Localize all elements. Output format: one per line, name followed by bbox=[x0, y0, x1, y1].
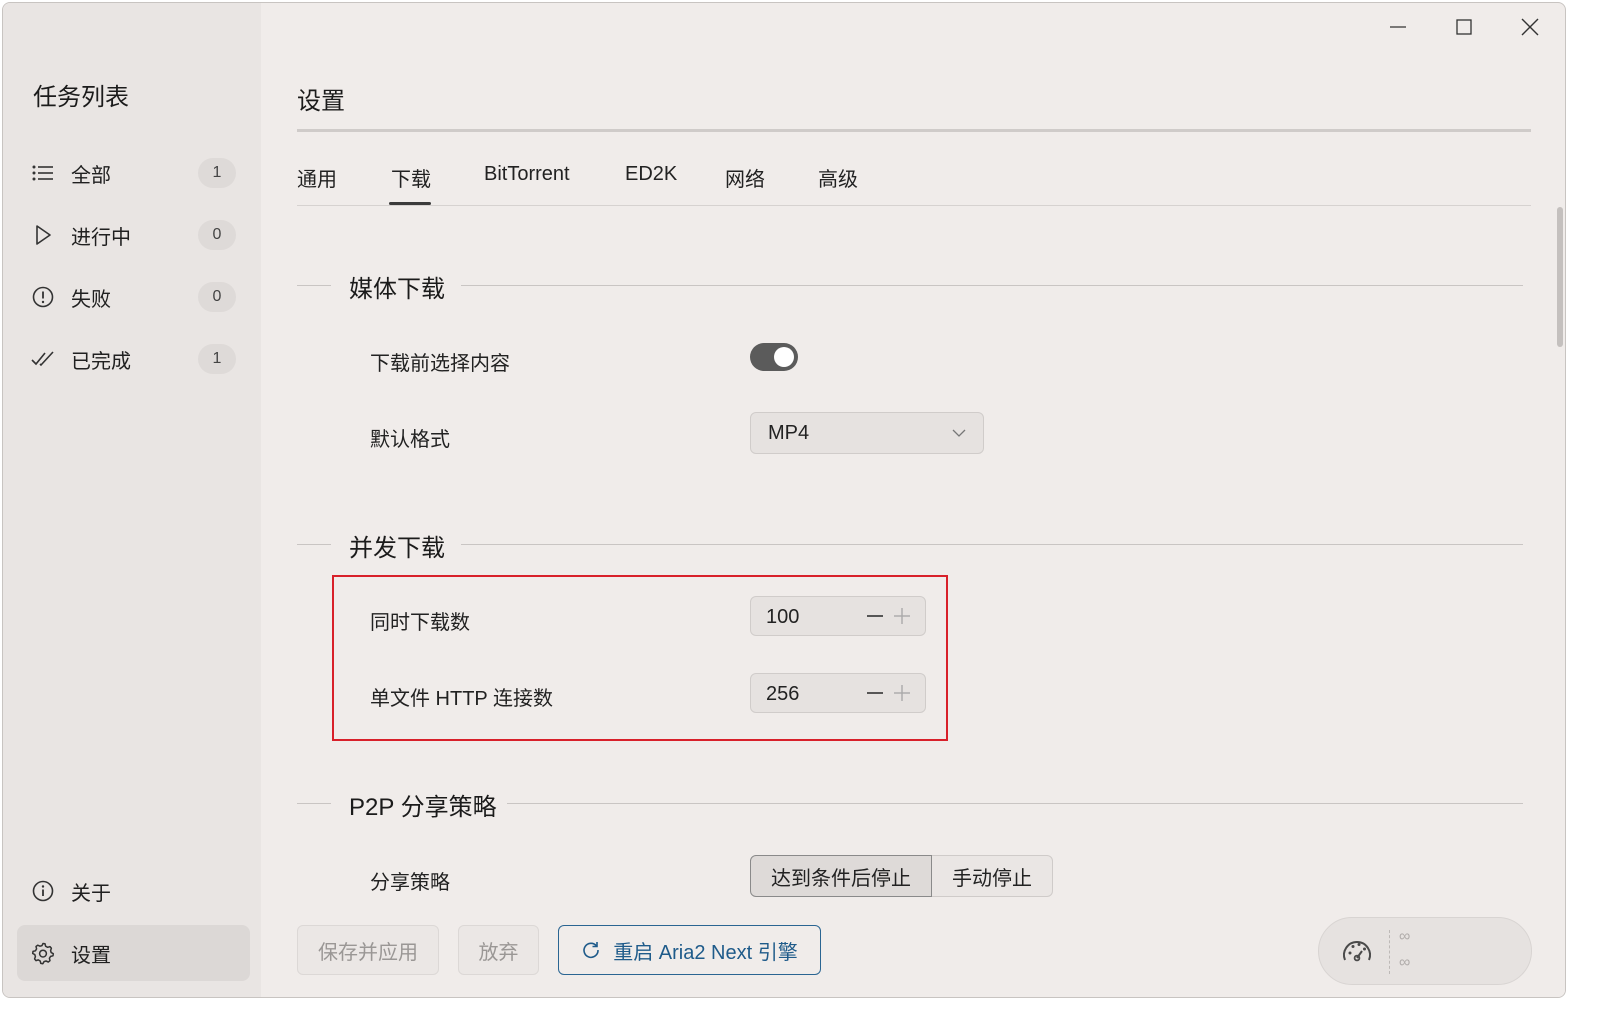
save-apply-button[interactable]: 保存并应用 bbox=[297, 925, 439, 975]
sidebar-item-label: 全部 bbox=[71, 164, 111, 187]
section-p2p-seeding: P2P 分享策略 bbox=[297, 783, 1523, 823]
tabs-divider bbox=[297, 205, 1531, 206]
minimize-icon bbox=[1390, 26, 1406, 28]
minimize-button[interactable] bbox=[1365, 3, 1431, 51]
stepper-value[interactable]: 256 bbox=[766, 683, 799, 706]
sidebar-title: 任务列表 bbox=[33, 84, 129, 111]
title-divider bbox=[297, 129, 1531, 132]
sidebar-item-active[interactable]: 进行中 0 bbox=[17, 207, 250, 263]
restart-engine-label: 重启 Aria2 Next 引擎 bbox=[613, 941, 798, 964]
sidebar: 任务列表 全部 1 进行中 0 失败 0 已完成 1 关于 设置 bbox=[3, 3, 261, 997]
chevron-down-icon bbox=[952, 429, 966, 437]
scrollbar-thumb[interactable] bbox=[1557, 207, 1563, 347]
section-concurrent-download: 并发下载 bbox=[297, 524, 1523, 564]
count-badge: 1 bbox=[198, 158, 236, 188]
speed-indicator[interactable]: ∞ ∞ bbox=[1318, 917, 1532, 985]
sidebar-item-about[interactable]: 关于 bbox=[17, 863, 250, 919]
refresh-icon bbox=[583, 942, 600, 959]
sidebar-item-all[interactable]: 全部 1 bbox=[17, 145, 250, 201]
tab-bittorrent[interactable]: BitTorrent bbox=[484, 163, 570, 186]
sidebar-item-label: 设置 bbox=[71, 944, 111, 967]
max-concurrent-downloads-stepper: 100 bbox=[750, 596, 926, 636]
section-title: P2P 分享策略 bbox=[349, 794, 497, 821]
seeding-strategy-label: 分享策略 bbox=[370, 872, 450, 894]
count-badge: 0 bbox=[198, 282, 236, 312]
max-concurrent-downloads-label: 同时下载数 bbox=[370, 612, 470, 634]
sidebar-item-label: 失败 bbox=[71, 288, 111, 311]
tab-network[interactable]: 网络 bbox=[725, 163, 765, 192]
close-icon bbox=[1521, 18, 1539, 36]
decrement-button[interactable] bbox=[864, 682, 886, 704]
default-format-label: 默认格式 bbox=[370, 429, 450, 451]
sidebar-item-settings[interactable]: 设置 bbox=[17, 925, 250, 981]
default-format-select[interactable]: MP4 bbox=[750, 412, 984, 454]
decrement-button[interactable] bbox=[864, 605, 886, 627]
stepper-value[interactable]: 100 bbox=[766, 606, 799, 629]
section-title: 媒体下载 bbox=[349, 276, 445, 303]
tab-advanced[interactable]: 高级 bbox=[818, 163, 858, 192]
sidebar-item-completed[interactable]: 已完成 1 bbox=[17, 331, 250, 387]
download-speed: ∞ bbox=[1399, 954, 1411, 971]
alert-circle-icon bbox=[31, 285, 55, 309]
section-media-download: 媒体下载 bbox=[297, 265, 1523, 305]
app-window: 任务列表 全部 1 进行中 0 失败 0 已完成 1 关于 设置 设置 通用 下… bbox=[2, 2, 1566, 998]
close-button[interactable] bbox=[1497, 3, 1563, 51]
info-icon bbox=[31, 879, 55, 903]
sidebar-item-label: 已完成 bbox=[71, 350, 131, 373]
select-before-download-label: 下载前选择内容 bbox=[370, 353, 510, 375]
count-badge: 0 bbox=[198, 220, 236, 250]
tab-general[interactable]: 通用 bbox=[297, 163, 337, 192]
discard-button[interactable]: 放弃 bbox=[458, 925, 539, 975]
strategy-manual-stop[interactable]: 手动停止 bbox=[932, 855, 1053, 897]
http-connections-stepper: 256 bbox=[750, 673, 926, 713]
gear-icon bbox=[31, 941, 55, 965]
page-title: 设置 bbox=[297, 88, 345, 115]
tab-ed2k[interactable]: ED2K bbox=[625, 163, 677, 186]
tab-download[interactable]: 下载 bbox=[391, 163, 431, 192]
select-before-download-toggle[interactable] bbox=[750, 343, 798, 371]
list-icon bbox=[31, 161, 55, 185]
strategy-stop-on-condition[interactable]: 达到条件后停止 bbox=[750, 855, 932, 897]
toggle-knob bbox=[774, 347, 794, 367]
restart-engine-button[interactable]: 重启 Aria2 Next 引擎 bbox=[558, 925, 821, 975]
sidebar-item-failed[interactable]: 失败 0 bbox=[17, 269, 250, 325]
play-icon bbox=[31, 223, 55, 247]
sidebar-item-label: 关于 bbox=[71, 882, 111, 905]
increment-button[interactable] bbox=[891, 605, 913, 627]
upload-speed: ∞ bbox=[1399, 928, 1411, 945]
sidebar-item-label: 进行中 bbox=[71, 226, 131, 249]
seeding-strategy-segmented: 达到条件后停止 手动停止 bbox=[750, 855, 1053, 897]
section-title: 并发下载 bbox=[349, 535, 445, 562]
http-connections-label: 单文件 HTTP 连接数 bbox=[370, 688, 553, 710]
maximize-icon bbox=[1456, 19, 1472, 35]
maximize-button[interactable] bbox=[1431, 3, 1497, 51]
double-check-icon bbox=[31, 347, 55, 371]
count-badge: 1 bbox=[198, 344, 236, 374]
increment-button[interactable] bbox=[891, 682, 913, 704]
default-format-value: MP4 bbox=[768, 421, 810, 444]
speedometer-icon bbox=[1343, 941, 1371, 962]
